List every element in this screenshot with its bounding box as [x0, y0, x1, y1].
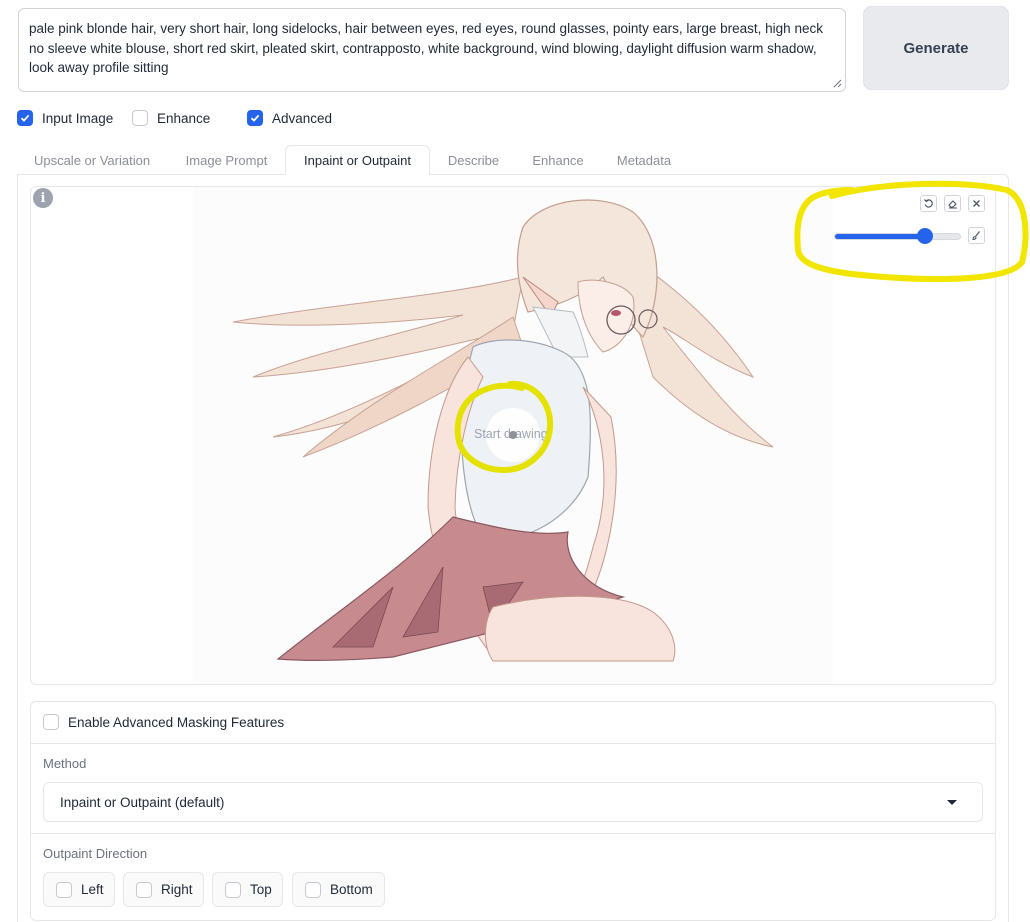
tab-image-prompt[interactable]: Image Prompt	[169, 145, 284, 175]
tab-describe[interactable]: Describe	[431, 145, 516, 175]
annotation-highlight-toolbar	[794, 180, 1029, 283]
checkbox-checked-icon[interactable]	[17, 110, 33, 126]
direction-bottom-checkbox[interactable]: Bottom	[292, 872, 385, 907]
enable-advanced-masking-checkbox[interactable]: Enable Advanced Masking Features	[43, 714, 284, 730]
advanced-label: Advanced	[272, 110, 333, 126]
chevron-down-icon	[947, 800, 957, 805]
generate-button[interactable]: Generate	[863, 6, 1009, 90]
direction-top-checkbox[interactable]: Top	[212, 872, 283, 907]
checkbox-unchecked-icon[interactable]	[305, 881, 321, 898]
checkbox-unchecked-icon[interactable]	[56, 881, 72, 898]
enhance-checkbox[interactable]: Enhance	[132, 110, 210, 126]
checkbox-unchecked-icon[interactable]	[136, 881, 152, 898]
tab-bar: Upscale or Variation Image Prompt Inpain…	[17, 145, 1009, 175]
outpaint-direction-label: Outpaint Direction	[43, 846, 148, 861]
checkbox-checked-icon[interactable]	[247, 110, 263, 126]
prompt-text: pale pink blonde hair, very short hair, …	[29, 21, 823, 75]
divider	[31, 743, 995, 744]
annotation-highlight-cursor	[454, 380, 554, 474]
tab-upscale-or-variation[interactable]: Upscale or Variation	[17, 145, 167, 175]
prompt-textarea[interactable]: pale pink blonde hair, very short hair, …	[18, 8, 846, 92]
method-value: Inpaint or Outpaint (default)	[60, 794, 225, 810]
method-label: Method	[43, 756, 87, 771]
tab-enhance[interactable]: Enhance	[517, 145, 599, 175]
divider	[31, 833, 995, 834]
tab-metadata[interactable]: Metadata	[600, 145, 688, 175]
direction-top-label: Top	[250, 882, 272, 897]
tab-inpaint-or-outpaint[interactable]: Inpaint or Outpaint	[285, 145, 430, 175]
direction-left-label: Left	[81, 882, 104, 897]
method-select[interactable]: Inpaint or Outpaint (default)	[43, 782, 983, 822]
checkbox-unchecked-icon[interactable]	[132, 110, 148, 126]
enable-advanced-masking-label: Enable Advanced Masking Features	[68, 714, 285, 730]
advanced-checkbox[interactable]: Advanced	[247, 110, 332, 126]
input-image-label: Input Image	[42, 110, 114, 126]
checkbox-unchecked-icon[interactable]	[225, 881, 241, 898]
direction-right-label: Right	[161, 882, 193, 897]
resize-grip-icon[interactable]	[833, 79, 842, 88]
info-icon[interactable]: i	[33, 188, 53, 208]
direction-right-checkbox[interactable]: Right	[123, 872, 204, 907]
input-image-checkbox[interactable]: Input Image	[17, 110, 113, 126]
direction-left-checkbox[interactable]: Left	[43, 872, 115, 907]
enhance-label: Enhance	[157, 110, 211, 126]
direction-bottom-label: Bottom	[330, 882, 373, 897]
checkbox-unchecked-icon[interactable]	[43, 714, 59, 730]
